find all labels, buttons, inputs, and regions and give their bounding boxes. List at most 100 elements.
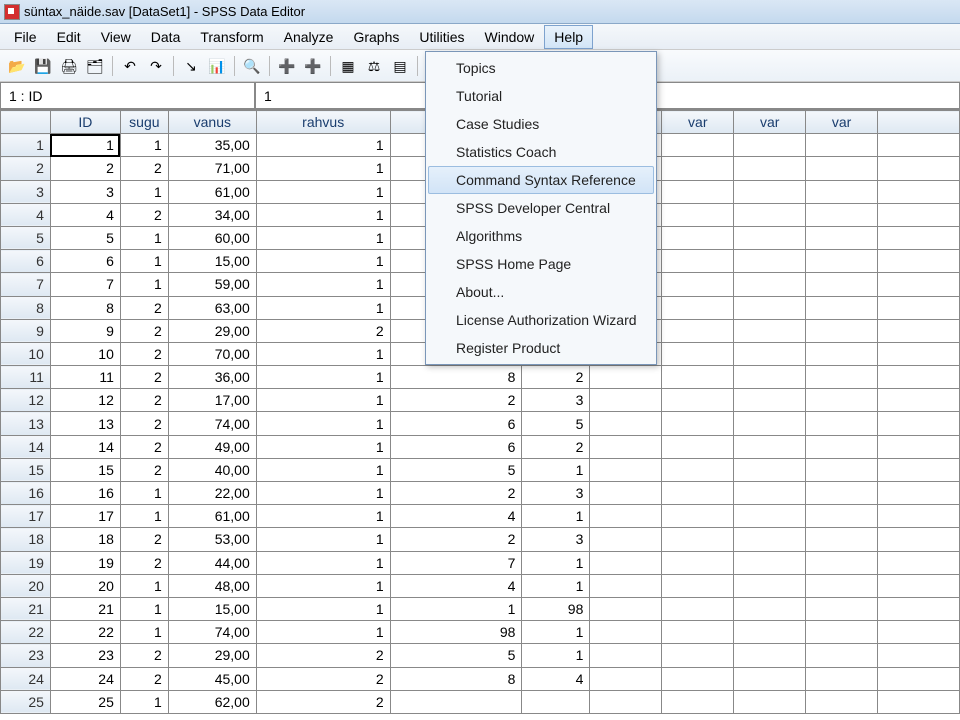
help-item-register-product[interactable]: Register Product bbox=[428, 334, 654, 362]
cell[interactable] bbox=[662, 319, 734, 342]
cell[interactable] bbox=[662, 528, 734, 551]
cell[interactable]: 18 bbox=[50, 528, 120, 551]
cell[interactable] bbox=[734, 528, 806, 551]
cell[interactable] bbox=[390, 690, 522, 713]
cell[interactable] bbox=[806, 180, 878, 203]
cell[interactable] bbox=[878, 342, 960, 365]
cell[interactable]: 2 bbox=[120, 644, 168, 667]
cell[interactable] bbox=[734, 621, 806, 644]
cell[interactable] bbox=[662, 551, 734, 574]
cell[interactable] bbox=[734, 458, 806, 481]
cell[interactable]: 10 bbox=[50, 342, 120, 365]
cell[interactable] bbox=[734, 574, 806, 597]
cell[interactable] bbox=[806, 482, 878, 505]
cell[interactable] bbox=[734, 366, 806, 389]
help-item-command-syntax-reference[interactable]: Command Syntax Reference bbox=[428, 166, 654, 194]
cell[interactable]: 1 bbox=[256, 574, 390, 597]
cell[interactable] bbox=[734, 597, 806, 620]
cell[interactable]: 1 bbox=[120, 482, 168, 505]
cell[interactable]: 2 bbox=[120, 435, 168, 458]
cell[interactable]: 23 bbox=[50, 644, 120, 667]
cell[interactable] bbox=[590, 366, 662, 389]
cell[interactable] bbox=[734, 203, 806, 226]
row-header[interactable]: 16 bbox=[1, 482, 51, 505]
help-item-spss-home-page[interactable]: SPSS Home Page bbox=[428, 250, 654, 278]
menu-edit[interactable]: Edit bbox=[47, 25, 91, 49]
cell[interactable]: 1 bbox=[256, 250, 390, 273]
menu-transform[interactable]: Transform bbox=[190, 25, 273, 49]
cell[interactable]: 2 bbox=[390, 389, 522, 412]
cell[interactable] bbox=[662, 250, 734, 273]
cell[interactable]: 7 bbox=[50, 273, 120, 296]
row-header[interactable]: 22 bbox=[1, 621, 51, 644]
help-item-case-studies[interactable]: Case Studies bbox=[428, 110, 654, 138]
corner-cell[interactable] bbox=[1, 111, 51, 134]
cell[interactable] bbox=[734, 412, 806, 435]
cell[interactable]: 4 bbox=[522, 667, 590, 690]
help-item-about-[interactable]: About... bbox=[428, 278, 654, 306]
cell[interactable]: 1 bbox=[120, 180, 168, 203]
weight-icon[interactable]: ⚖ bbox=[363, 55, 385, 77]
cell[interactable] bbox=[590, 412, 662, 435]
col-header-empty[interactable]: var bbox=[806, 111, 878, 134]
cell[interactable]: 1 bbox=[256, 273, 390, 296]
cell[interactable]: 1 bbox=[120, 134, 168, 157]
cell[interactable]: 1 bbox=[256, 458, 390, 481]
cell[interactable]: 74,00 bbox=[168, 412, 256, 435]
cell[interactable] bbox=[734, 134, 806, 157]
cell[interactable] bbox=[734, 482, 806, 505]
cell[interactable]: 45,00 bbox=[168, 667, 256, 690]
cell[interactable] bbox=[878, 203, 960, 226]
cell[interactable]: 1 bbox=[256, 551, 390, 574]
cell[interactable] bbox=[878, 435, 960, 458]
cell[interactable]: 20 bbox=[50, 574, 120, 597]
cell[interactable] bbox=[590, 528, 662, 551]
row-header[interactable]: 9 bbox=[1, 319, 51, 342]
cell[interactable]: 1 bbox=[120, 226, 168, 249]
cell[interactable]: 1 bbox=[256, 134, 390, 157]
open-icon[interactable]: 📂 bbox=[6, 55, 28, 77]
cell[interactable]: 1 bbox=[120, 574, 168, 597]
print-icon[interactable]: 🖨 bbox=[58, 55, 80, 77]
insert-case-icon[interactable]: ➕ bbox=[276, 55, 298, 77]
cell[interactable] bbox=[734, 667, 806, 690]
row-header[interactable]: 15 bbox=[1, 458, 51, 481]
cell[interactable] bbox=[878, 366, 960, 389]
help-item-spss-developer-central[interactable]: SPSS Developer Central bbox=[428, 194, 654, 222]
cell[interactable] bbox=[878, 389, 960, 412]
cell[interactable] bbox=[590, 574, 662, 597]
menu-file[interactable]: File bbox=[4, 25, 47, 49]
col-header-empty[interactable] bbox=[878, 111, 960, 134]
cell[interactable] bbox=[734, 296, 806, 319]
undo-icon[interactable]: ↶ bbox=[119, 55, 141, 77]
split-icon[interactable]: ▦ bbox=[337, 55, 359, 77]
recent-icon[interactable]: 🗂 bbox=[84, 55, 106, 77]
cell[interactable] bbox=[734, 226, 806, 249]
cell[interactable] bbox=[878, 226, 960, 249]
cell[interactable]: 29,00 bbox=[168, 319, 256, 342]
cell[interactable] bbox=[878, 134, 960, 157]
cell[interactable] bbox=[878, 458, 960, 481]
cell[interactable] bbox=[662, 296, 734, 319]
cell[interactable]: 2 bbox=[120, 458, 168, 481]
cell[interactable]: 6 bbox=[390, 435, 522, 458]
cell[interactable] bbox=[734, 319, 806, 342]
cell[interactable]: 1 bbox=[256, 505, 390, 528]
row-header[interactable]: 3 bbox=[1, 180, 51, 203]
cell[interactable] bbox=[806, 226, 878, 249]
insert-var-icon[interactable]: ➕ bbox=[302, 55, 324, 77]
cell[interactable]: 1 bbox=[256, 435, 390, 458]
cell[interactable] bbox=[806, 690, 878, 713]
cell[interactable]: 12 bbox=[50, 389, 120, 412]
help-item-tutorial[interactable]: Tutorial bbox=[428, 82, 654, 110]
cell[interactable]: 29,00 bbox=[168, 644, 256, 667]
cell[interactable]: 4 bbox=[50, 203, 120, 226]
cell[interactable]: 2 bbox=[120, 296, 168, 319]
cell[interactable]: 2 bbox=[120, 412, 168, 435]
cell[interactable] bbox=[734, 273, 806, 296]
cell[interactable]: 60,00 bbox=[168, 226, 256, 249]
cell[interactable] bbox=[590, 482, 662, 505]
cell[interactable]: 1 bbox=[522, 621, 590, 644]
cell[interactable] bbox=[806, 412, 878, 435]
cell[interactable]: 1 bbox=[120, 273, 168, 296]
